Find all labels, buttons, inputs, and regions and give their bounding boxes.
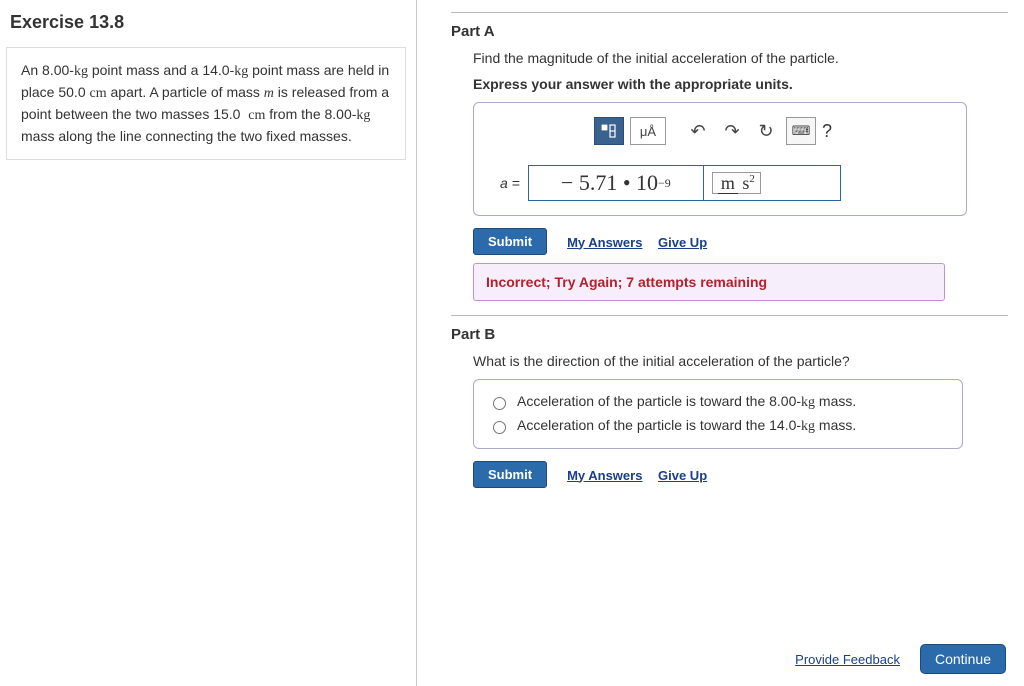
radio-input-0[interactable]	[493, 397, 506, 410]
exercise-title: Exercise 13.8	[10, 12, 406, 33]
continue-button[interactable]: Continue	[920, 644, 1006, 674]
give-up-link-b[interactable]: Give Up	[658, 468, 707, 483]
unit-numerator: m	[718, 173, 738, 194]
part-b-question: What is the direction of the initial acc…	[473, 353, 1008, 369]
radio-input-1[interactable]	[493, 421, 506, 434]
mu-a-button[interactable]: μÅ	[630, 117, 666, 145]
give-up-link-a[interactable]: Give Up	[658, 235, 707, 250]
part-b-buttons: Submit My Answers Give Up	[473, 461, 1008, 488]
value-row: a = − 5.71 • 10−9 m s2	[490, 165, 950, 201]
template-icon[interactable]	[594, 117, 624, 145]
radio-option-1[interactable]: Acceleration of the particle is toward t…	[488, 414, 948, 438]
radio-option-0[interactable]: Acceleration of the particle is toward t…	[488, 390, 948, 414]
answer-box-a: μÅ ↶ ↷ ↻ ⌨ ? a = − 5.71 • 10−9	[473, 102, 967, 216]
value-text: − 5.71 • 10	[561, 170, 658, 196]
part-a-buttons: Submit My Answers Give Up	[473, 228, 1008, 255]
part-a-instruction: Find the magnitude of the initial accele…	[473, 50, 1008, 66]
submit-button-b[interactable]: Submit	[473, 461, 547, 488]
unit-den-exp: 2	[749, 173, 755, 185]
provide-feedback-link[interactable]: Provide Feedback	[795, 652, 900, 667]
redo-icon[interactable]: ↷	[718, 118, 746, 144]
divider-top	[451, 12, 1008, 13]
right-column: Part A Find the magnitude of the initial…	[417, 0, 1024, 686]
answer-toolbar: μÅ ↶ ↷ ↻ ⌨ ?	[490, 117, 950, 145]
part-a-body: Find the magnitude of the initial accele…	[473, 50, 1008, 301]
value-exp: −9	[658, 176, 671, 191]
part-b-title: Part B	[451, 326, 1008, 343]
page-container: Exercise 13.8 An 8.00-kg point mass and …	[0, 0, 1024, 686]
my-answers-link-a[interactable]: My Answers	[567, 235, 642, 250]
part-b-body: What is the direction of the initial acc…	[473, 353, 1008, 488]
left-column: Exercise 13.8 An 8.00-kg point mass and …	[0, 0, 417, 686]
radio-box: Acceleration of the particle is toward t…	[473, 379, 963, 449]
footer-row: Provide Feedback Continue	[795, 644, 1006, 674]
undo-icon[interactable]: ↶	[684, 118, 712, 144]
part-a-title: Part A	[451, 23, 1008, 40]
unit-input[interactable]: m s2	[704, 165, 841, 201]
a-equals-label: a =	[490, 165, 528, 201]
help-icon[interactable]: ?	[822, 121, 846, 142]
submit-button-a[interactable]: Submit	[473, 228, 547, 255]
keyboard-icon[interactable]: ⌨	[786, 117, 816, 145]
part-a-bold-line: Express your answer with the appropriate…	[473, 76, 1008, 92]
divider-mid	[451, 315, 1008, 316]
refresh-icon[interactable]: ↻	[752, 118, 780, 144]
my-answers-link-b[interactable]: My Answers	[567, 468, 642, 483]
problem-statement: An 8.00-kg point mass and a 14.0-kg poin…	[6, 47, 406, 160]
value-input[interactable]: − 5.71 • 10−9	[528, 165, 704, 201]
feedback-message: Incorrect; Try Again; 7 attempts remaini…	[473, 263, 945, 301]
